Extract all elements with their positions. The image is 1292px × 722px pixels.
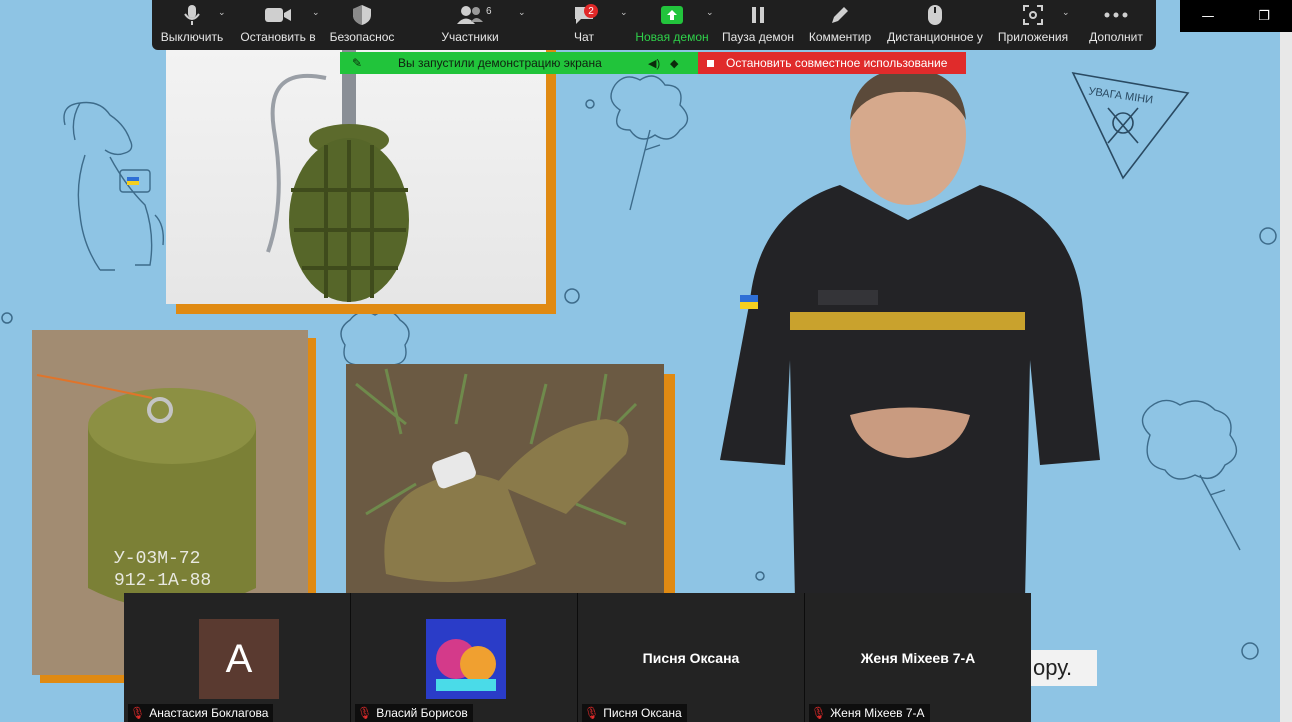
participant-tile[interactable]: Писня Оксана 🎙 Писня Оксана (578, 593, 805, 722)
stop-video-label: Остановить в (240, 30, 316, 44)
more-label: Дополнит (1089, 30, 1143, 44)
apps-icon (1023, 5, 1043, 25)
security-button[interactable]: Безопаснос (324, 0, 400, 50)
chevron-down-icon[interactable]: ⌄ (1062, 8, 1070, 18)
participant-name: Писня Оксана (603, 706, 682, 720)
pause-share-label: Пауза демон (722, 30, 794, 44)
mine-label-line1: У-03М-72 (114, 549, 200, 569)
participants-button[interactable]: 6 ⌄ Участники (400, 0, 540, 50)
participant-name-tag: 🎙 Анастасия Боклагова (128, 704, 274, 722)
participant-display-name: Писня Оксана (642, 650, 740, 666)
new-share-label: Новая демон (635, 30, 709, 44)
mic-muted-icon: 🎙 (811, 706, 827, 720)
mouse-icon (928, 5, 942, 25)
butterfly-mine-photo (346, 364, 664, 594)
chevron-down-icon[interactable]: ⌄ (706, 8, 714, 18)
participant-tile[interactable]: 🎙 Власий Борисов (351, 593, 578, 722)
chevron-down-icon[interactable]: ⌄ (518, 8, 526, 18)
participants-label: Участники (441, 30, 499, 44)
chevron-down-icon[interactable]: ⌄ (620, 8, 628, 18)
participants-icon (457, 6, 483, 24)
stop-share-button[interactable]: Остановить совместное использование (698, 52, 966, 74)
mute-label: Выключить (160, 30, 224, 44)
restore-icon[interactable]: ❐ (1236, 0, 1292, 32)
remote-control-button[interactable]: Дистанционное у (880, 0, 990, 50)
window-border (1280, 0, 1292, 722)
participant-name-tag: 🎙 Власий Борисов (355, 704, 473, 722)
mute-button[interactable]: ⌄ Выключить (152, 0, 232, 50)
minimize-icon[interactable]: — (1180, 0, 1236, 32)
chat-button[interactable]: 2 ⌄ Чат (540, 0, 628, 50)
chat-label: Чат (574, 30, 594, 44)
security-label: Безопаснос (329, 30, 395, 44)
stop-square-icon (707, 59, 714, 67)
annotate-label: Комментир (808, 30, 872, 44)
presenter-video (720, 65, 1100, 600)
participants-count: 6 (486, 6, 492, 17)
stop-share-label: Остановить совместное использование (726, 56, 948, 70)
participant-display-name: Женя Міхеев 7-А (860, 650, 976, 666)
participant-name: Женя Міхеев 7-А (830, 706, 925, 720)
mine-label-line2: 912-1А-88 (114, 571, 211, 591)
participant-name: Анастасия Боклагова (149, 706, 269, 720)
participant-tile[interactable]: A 🎙 Анастасия Боклагова (124, 593, 351, 722)
mic-muted-icon: 🎙 (584, 706, 600, 720)
chevron-down-icon[interactable]: ⌄ (218, 8, 226, 18)
participant-name-tag: 🎙 Женя Міхеев 7-А (809, 704, 930, 722)
participant-name: Власий Борисов (376, 706, 468, 720)
pause-share-button[interactable]: Пауза демон (716, 0, 800, 50)
share-screen-icon (661, 6, 683, 24)
sharing-status-text: Вы запустили демонстрацию экрана (398, 56, 602, 70)
chat-unread-badge: 2 (584, 4, 598, 18)
subtitle-caption: ору. (1031, 650, 1097, 686)
new-share-button[interactable]: ⌄ Новая демон (628, 0, 716, 50)
apps-label: Приложения (997, 30, 1069, 44)
chevron-down-icon[interactable]: ⌄ (312, 8, 320, 18)
pause-icon (752, 7, 764, 23)
sharing-status-bar: ✎ Вы запустили демонстрацию экрана ◀) ◆ (340, 52, 698, 74)
participants-strip: A 🎙 Анастасия Боклагова 🎙 Власий Борисов… (124, 593, 1031, 722)
mic-muted-icon: 🎙 (357, 706, 373, 720)
mic-icon (184, 5, 200, 25)
pencil-icon (832, 7, 848, 23)
shield-icon[interactable]: ◆ (670, 57, 678, 70)
meeting-toolbar: ⌄ Выключить ⌄ Остановить в Безопаснос 6 … (152, 0, 1156, 50)
avatar: A (199, 619, 279, 699)
participant-tile[interactable]: Женя Міхеев 7-А 🎙 Женя Міхеев 7-А (805, 593, 1031, 722)
more-button[interactable]: Дополнит (1076, 0, 1156, 50)
remote-control-label: Дистанционное у (887, 30, 983, 44)
mic-muted-icon: 🎙 (130, 706, 146, 720)
video-camera-icon (265, 8, 291, 22)
window-controls: — ❐ (1180, 0, 1292, 32)
shield-icon (353, 5, 371, 25)
pin-icon[interactable]: ✎ (352, 56, 372, 70)
avatar (426, 619, 506, 699)
stop-video-button[interactable]: ⌄ Остановить в (232, 0, 324, 50)
participant-name-tag: 🎙 Писня Оксана (582, 704, 687, 722)
annotate-button[interactable]: Комментир (800, 0, 880, 50)
speaker-icon[interactable]: ◀) (648, 57, 670, 70)
more-icon (1104, 12, 1128, 18)
apps-button[interactable]: ⌄ Приложения (990, 0, 1076, 50)
